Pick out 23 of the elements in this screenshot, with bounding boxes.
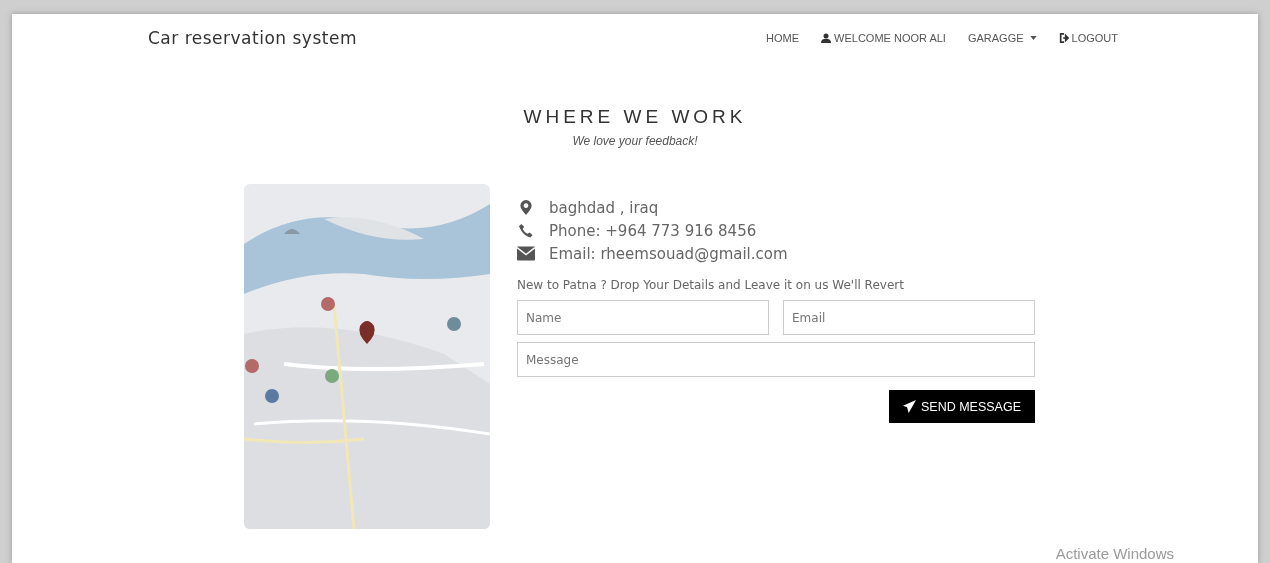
phone-icon — [517, 223, 535, 238]
contact-text: Phone: +964 773 916 8456 — [549, 221, 757, 240]
message-field[interactable]: Message — [517, 342, 1035, 377]
name-field[interactable]: Name — [517, 300, 769, 335]
nav-link[interactable]: GARAGGE — [967, 32, 1037, 44]
envelope-icon — [517, 246, 535, 261]
section-subtitle: We love your feedback! — [571, 134, 699, 148]
logout-icon — [1058, 33, 1069, 43]
nav-link[interactable]: LOGOUT — [1058, 32, 1118, 44]
paper-plane-icon — [902, 400, 916, 413]
send-button[interactable]: SEND MESSAGE — [888, 390, 1035, 423]
map-pin-icon — [517, 200, 535, 215]
nav-link[interactable]: WELCOME NOOR ALI — [821, 32, 946, 44]
brand-title[interactable]: Car reservation system — [148, 28, 357, 48]
caret-icon — [1029, 36, 1037, 40]
nav-link[interactable]: HOME — [766, 32, 800, 44]
contact-text: baghdad , iraq — [549, 198, 659, 217]
section-title: WHERE WE WORK — [522, 106, 748, 128]
user-icon — [821, 33, 832, 43]
contact-text: Email: rheemsouad@gmail.com — [549, 244, 788, 263]
activation-notice: Activate Windows — [1055, 545, 1174, 562]
form-intro: New to Patna ? Drop Your Details and Leave it on us We'll Revert — [517, 278, 905, 292]
email-field[interactable]: Email — [783, 300, 1035, 335]
